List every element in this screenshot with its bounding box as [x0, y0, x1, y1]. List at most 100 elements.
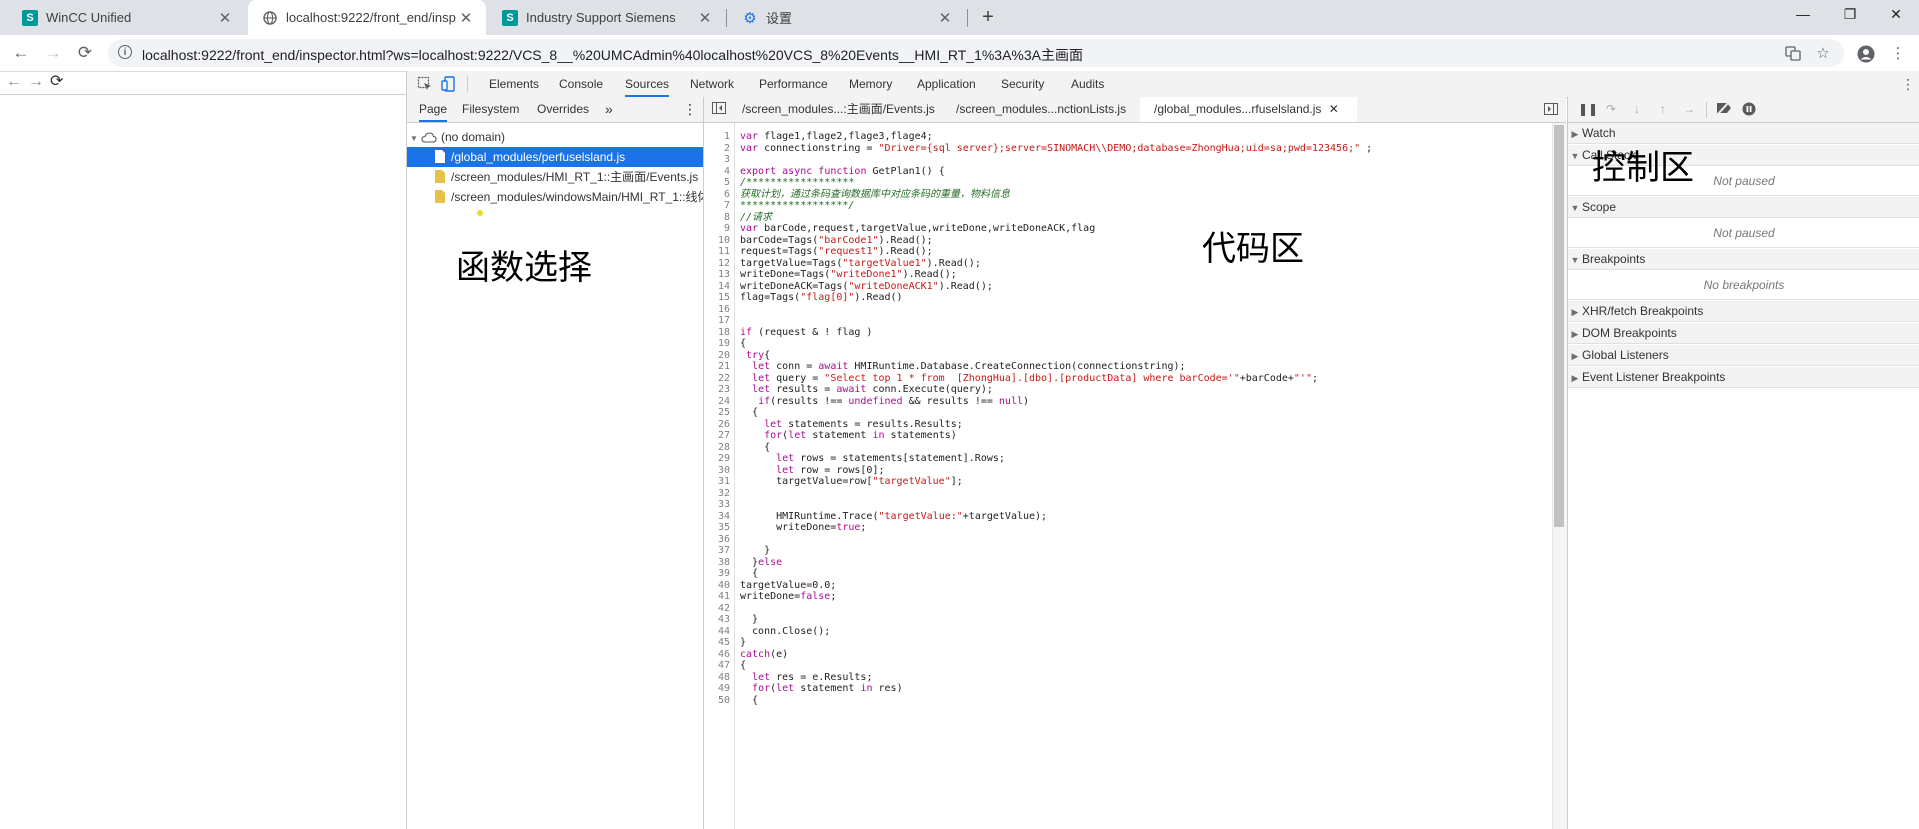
- back-button[interactable]: ←: [10, 42, 32, 64]
- profile-avatar-icon[interactable]: [1857, 45, 1875, 63]
- bookmark-star-icon[interactable]: ☆: [1814, 45, 1832, 63]
- code-line[interactable]: let conn = await HMIRuntime.Database.Cre…: [740, 361, 1186, 372]
- back-arrow-icon[interactable]: ←: [6, 72, 22, 92]
- code-line[interactable]: targetValue=row["targetValue"];: [740, 476, 963, 487]
- code-line[interactable]: request=Tags("request1").Read();: [740, 246, 933, 257]
- forward-button[interactable]: →: [42, 42, 64, 64]
- browser-tab-wincc[interactable]: S WinCC Unified ✕: [8, 0, 245, 35]
- code-line[interactable]: {: [740, 695, 758, 706]
- code-line[interactable]: let rows = statements[statement].Rows;: [740, 453, 1005, 464]
- code-line[interactable]: if(results !== undefined && results !== …: [740, 396, 1029, 407]
- code-line[interactable]: export async function GetPlan1() {: [740, 166, 945, 177]
- code-line[interactable]: {: [740, 442, 770, 453]
- minimize-button[interactable]: —: [1780, 0, 1826, 30]
- device-toggle-icon[interactable]: [441, 76, 457, 92]
- inspect-element-icon[interactable]: [417, 76, 433, 92]
- address-bar[interactable]: i localhost:9222/front_end/inspector.htm…: [108, 39, 1844, 67]
- code-line[interactable]: for(let statement in res): [740, 683, 903, 694]
- code-line[interactable]: writeDone=false;: [740, 591, 836, 602]
- devtools-menu-icon[interactable]: ⋮: [1901, 76, 1915, 93]
- tab-application[interactable]: Application: [917, 71, 976, 97]
- browser-menu-icon[interactable]: ⋮: [1889, 45, 1907, 63]
- tree-file-selected[interactable]: /global_modules/perfuselsland.js: [407, 147, 703, 167]
- close-icon[interactable]: ✕: [458, 9, 474, 27]
- code-line[interactable]: flag=Tags("flag[0]").Read(): [740, 292, 903, 303]
- code-line[interactable]: writeDone=Tags("writeDone1").Read();: [740, 269, 957, 280]
- tab-memory[interactable]: Memory: [849, 71, 892, 97]
- reload-icon[interactable]: ⟳: [50, 72, 63, 92]
- pane-header-xhr-fetch-breakpoints[interactable]: ▶ XHR/fetch Breakpoints: [1568, 301, 1919, 322]
- reload-button[interactable]: ⟳: [74, 42, 96, 64]
- code-line[interactable]: if (request & ! flag ): [740, 327, 872, 338]
- window-close-button[interactable]: ✕: [1873, 0, 1919, 30]
- code-line[interactable]: let results = await conn.Execute(query);: [740, 384, 993, 395]
- tab-elements[interactable]: Elements: [489, 71, 539, 97]
- code-line[interactable]: HMIRuntime.Trace("targetValue:"+targetVa…: [740, 511, 1047, 522]
- tab-performance[interactable]: Performance: [759, 71, 828, 97]
- tab-security[interactable]: Security: [1001, 71, 1044, 97]
- code-line[interactable]: try{: [740, 350, 770, 361]
- code-line[interactable]: targetValue=0.0;: [740, 580, 836, 591]
- tab-sources[interactable]: Sources: [625, 71, 670, 97]
- code-line[interactable]: 获取计划，通过条码查询数据库中对应条码的重量，物料信息: [740, 189, 1010, 200]
- code-line[interactable]: barCode=Tags("barCode1").Read();: [740, 235, 933, 246]
- code-line[interactable]: targetValue=Tags("targetValue1").Read();: [740, 258, 981, 269]
- restore-button[interactable]: ❐: [1827, 0, 1873, 30]
- code-line[interactable]: var connectionstring = "Driver={sql serv…: [740, 143, 1372, 154]
- step-over-icon[interactable]: ↷: [1604, 102, 1618, 116]
- code-line[interactable]: /******************: [740, 177, 854, 188]
- tab-audits[interactable]: Audits: [1071, 71, 1104, 97]
- info-icon[interactable]: i: [118, 45, 132, 59]
- code-area[interactable]: var flage1,flage2,flage3,flage4; var conn…: [704, 123, 1552, 829]
- code-line[interactable]: var flage1,flage2,flage3,flage4;: [740, 131, 933, 142]
- address-url[interactable]: localhost:9222/front_end/inspector.html?…: [142, 45, 1083, 65]
- code-line[interactable]: {: [740, 568, 758, 579]
- expand-arrow-icon[interactable]: ▼: [407, 129, 421, 147]
- more-tabs-icon[interactable]: »: [605, 97, 613, 122]
- code-line[interactable]: //请求: [740, 212, 772, 223]
- code-line[interactable]: writeDoneACK=Tags("writeDoneACK1").Read(…: [740, 281, 993, 292]
- editor-tab-active[interactable]: /global_modules...rfuselsland.js ✕: [1140, 97, 1357, 122]
- close-icon[interactable]: ✕: [937, 9, 953, 27]
- tab-overrides[interactable]: Overrides: [537, 97, 589, 122]
- tree-file[interactable]: /screen_modules/windowsMain/HMI_RT_1::线体: [407, 187, 703, 207]
- code-line[interactable]: catch(e): [740, 649, 788, 660]
- code-line[interactable]: {: [740, 407, 758, 418]
- navigator-menu-icon[interactable]: ⋮: [683, 97, 697, 122]
- code-line[interactable]: let res = e.Results;: [740, 672, 872, 683]
- code-line[interactable]: {: [740, 338, 746, 349]
- code-line[interactable]: let statements = results.Results;: [740, 419, 963, 430]
- translate-icon[interactable]: [1784, 45, 1802, 63]
- step-out-icon[interactable]: ↑: [1656, 102, 1670, 116]
- deactivate-breakpoints-icon[interactable]: [1716, 101, 1731, 116]
- pane-header-dom-breakpoints[interactable]: ▶ DOM Breakpoints: [1568, 323, 1919, 344]
- close-icon[interactable]: ✕: [217, 9, 233, 27]
- browser-tab-industry-support[interactable]: S Industry Support Siemens ✕: [488, 0, 725, 35]
- code-line[interactable]: writeDone=true;: [740, 522, 866, 533]
- toggle-debugger-icon[interactable]: [1544, 97, 1558, 122]
- pane-header-scope[interactable]: ▼ Scope: [1568, 197, 1919, 218]
- forward-arrow-icon[interactable]: →: [28, 72, 44, 92]
- editor-scrollbar-thumb[interactable]: [1554, 125, 1564, 527]
- tree-file[interactable]: /screen_modules/HMI_RT_1::主画面/Events.js: [407, 167, 703, 187]
- tab-network[interactable]: Network: [690, 71, 734, 97]
- browser-tab-settings[interactable]: ⚙ 设置 ✕: [728, 0, 965, 35]
- new-tab-button[interactable]: +: [975, 5, 1001, 31]
- code-line[interactable]: let query = "Select top 1 * from [ZhongH…: [740, 373, 1318, 384]
- code-line[interactable]: for(let statement in statements): [740, 430, 957, 441]
- pane-header-breakpoints[interactable]: ▼ Breakpoints: [1568, 249, 1919, 270]
- editor-tab[interactable]: /screen_modules...:主画面/Events.js: [742, 97, 935, 122]
- code-line[interactable]: conn.Close();: [740, 626, 830, 637]
- tab-console[interactable]: Console: [559, 71, 603, 97]
- code-line[interactable]: ******************/: [740, 200, 854, 211]
- editor-tab[interactable]: /screen_modules...nctionLists.js: [956, 97, 1126, 122]
- pause-on-exceptions-icon[interactable]: [1742, 102, 1756, 116]
- toggle-navigator-icon[interactable]: [712, 97, 726, 122]
- code-line[interactable]: }: [740, 545, 770, 556]
- code-line[interactable]: }: [740, 637, 746, 648]
- code-line[interactable]: {: [740, 660, 746, 671]
- code-line[interactable]: let row = rows[0];: [740, 465, 884, 476]
- pane-header-event-listener-breakpoints[interactable]: ▶ Event Listener Breakpoints: [1568, 367, 1919, 388]
- code-line[interactable]: var barCode,request,targetValue,writeDon…: [740, 223, 1095, 234]
- step-into-icon[interactable]: ↓: [1630, 102, 1644, 116]
